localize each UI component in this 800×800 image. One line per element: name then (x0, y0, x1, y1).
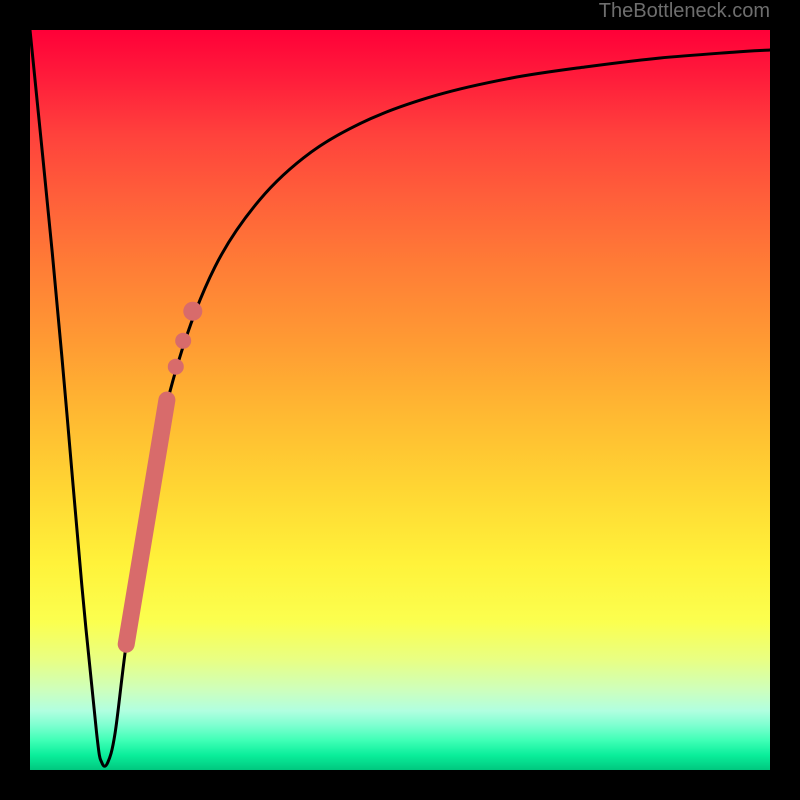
highlight-dot (183, 302, 202, 321)
watermark-text: TheBottleneck.com (599, 0, 770, 23)
chart-frame: TheBottleneck.com (0, 0, 800, 800)
bottleneck-curve (30, 30, 770, 766)
highlight-band (126, 400, 167, 644)
highlight-markers (126, 302, 202, 645)
highlight-dot (168, 359, 184, 375)
plot-area (30, 30, 770, 770)
highlight-dot (175, 333, 191, 349)
curve-svg (30, 30, 770, 770)
